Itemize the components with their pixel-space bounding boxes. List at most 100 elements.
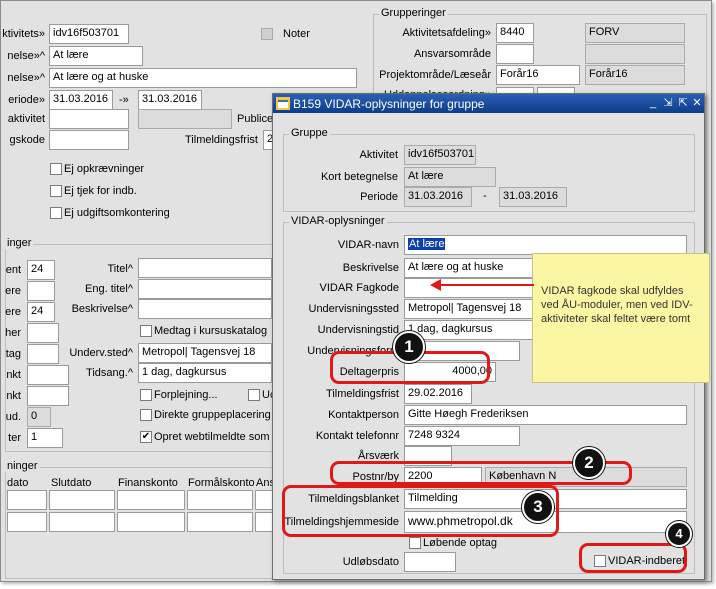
bg-field-3[interactable] [27, 323, 59, 343]
noter-checkbox[interactable] [261, 28, 273, 40]
aktivitetsafdeling-name: FORV [585, 23, 685, 43]
tidsang-label: Tidsang.^ [86, 367, 133, 379]
highlight-vidar-indberet [579, 543, 687, 573]
noter-label: Noter [283, 28, 310, 40]
bg-label-6: nkt [6, 390, 21, 402]
minimize-icon[interactable]: _ [646, 96, 660, 110]
table-cell[interactable] [117, 490, 185, 510]
bg-label-7: ud. [5, 411, 21, 423]
kontaktperson-field[interactable]: Gitte Høegh Frederiksen [404, 405, 687, 425]
callout-arrow-icon [430, 279, 534, 291]
badge-2: 2 [573, 447, 605, 479]
aktivitet2-field[interactable] [49, 109, 129, 129]
table-cell[interactable] [7, 512, 47, 532]
table-cell[interactable] [49, 490, 115, 510]
badge-1: 1 [393, 331, 425, 363]
medtag-label: Medtag i kursuskatalog [154, 325, 268, 337]
direkte-checkbox[interactable] [140, 409, 152, 421]
bg-label-5: nkt [6, 369, 21, 381]
eng-titel-field[interactable] [138, 279, 272, 299]
tilmeldingsfrist-label: Tilmeldingsfrist [326, 388, 399, 400]
tidsang-field[interactable]: 1 dag, dagkursus [138, 363, 272, 383]
udloebsdato-field[interactable] [404, 552, 456, 572]
tilmeldingsfrist-field[interactable]: 29.02.2016 [404, 384, 472, 404]
projekt-label: Projektområde/Læseår [379, 69, 491, 81]
periode-end-field[interactable]: 31.03.2016 [138, 90, 202, 110]
uc-checkbox[interactable] [248, 389, 260, 401]
ej-tjek-checkbox[interactable] [50, 185, 62, 197]
fagkode-label: gskode [9, 134, 45, 146]
beskrivelse-label: nelse»^ [7, 72, 45, 84]
table-cell[interactable] [255, 490, 273, 510]
ej-opkraevninger-label: Ej opkrævninger [64, 163, 145, 175]
betegnelse-field[interactable]: At lære [49, 46, 143, 66]
periode-arrow: -» [119, 94, 129, 106]
beskrivelse2-field[interactable] [138, 299, 272, 319]
aktivitet-field[interactable]: idv16f503701 [49, 24, 129, 44]
maximize-icon[interactable]: ⇱ [676, 96, 690, 110]
aktivitet2-label: aktivitet [7, 113, 45, 125]
gruppe-periode-start: 31.03.2016 [404, 187, 472, 207]
projekt-field[interactable]: Forår16 [496, 65, 580, 85]
table-cell[interactable] [49, 512, 115, 532]
underv-sted-label: Underv.sted^ [69, 347, 133, 359]
annotation-callout: VIDAR fagkode skal udfyldes ved ÅU-modul… [532, 253, 710, 383]
col-formaalskonto: Formålskonto [188, 477, 255, 489]
ej-udgift-checkbox[interactable] [50, 207, 62, 219]
bg-field-0[interactable]: 24 [27, 260, 55, 280]
table-cell[interactable] [255, 512, 273, 532]
app-icon [276, 97, 290, 110]
loebende-label: Løbende optag [423, 537, 498, 549]
beskrivelse-label: Beskrivelse [342, 262, 399, 274]
bg-field-6[interactable] [27, 386, 69, 406]
table-cell[interactable] [187, 490, 253, 510]
bg-field-4[interactable] [27, 344, 59, 364]
table-cell[interactable] [187, 512, 253, 532]
vidar-navn-field[interactable]: At lære [404, 235, 687, 255]
gruppe-periode-end: 31.03.2016 [499, 187, 567, 207]
close-icon[interactable]: ✕ [690, 96, 704, 110]
ej-opkraevninger-checkbox[interactable] [50, 163, 62, 175]
loebende-checkbox[interactable] [409, 537, 421, 549]
gruppe-title: Gruppe [289, 127, 330, 139]
table-cell[interactable] [7, 490, 47, 510]
bg-field-1[interactable] [27, 281, 55, 301]
eng-titel-label: Eng. titel^ [85, 283, 133, 295]
opret-label: Opret webtilmeldte som s [154, 431, 279, 443]
table-cell[interactable] [117, 512, 185, 532]
forplejning-label: Forplejning... [154, 389, 218, 401]
titel-field[interactable] [138, 258, 272, 278]
underv-sted-field[interactable]: Metropol| Tagensvej 18 [138, 343, 272, 363]
periode-start-field[interactable]: 31.03.2016 [49, 90, 113, 110]
badge-4: 4 [666, 521, 692, 547]
vidar-title: VIDAR-oplysninger [289, 215, 387, 227]
beskrivelse-field[interactable]: At lære og at huske [49, 68, 357, 88]
vidar-navn-label: VIDAR-navn [337, 239, 399, 251]
bg-label-8: ter [8, 432, 21, 444]
gruppe-aktivitet-field: idv16f503701 [404, 145, 476, 165]
forplejning-checkbox[interactable] [140, 389, 152, 401]
fagkode-field[interactable] [49, 130, 129, 150]
gruppe-section-title: inger [5, 237, 34, 249]
dialog-title: B159 VIDAR-oplysninger for gruppe [293, 97, 485, 111]
bg-field-8[interactable]: 1 [27, 428, 63, 448]
bg-field-2[interactable]: 24 [27, 302, 55, 322]
medtag-checkbox[interactable] [140, 325, 152, 337]
direkte-label: Direkte gruppeplacering ti [154, 409, 280, 421]
dialog-titlebar[interactable]: B159 VIDAR-oplysninger for gruppe _ ⇲ ⇱ … [273, 94, 704, 113]
highlight-tilmelding [282, 485, 559, 537]
aktivitetsafdeling-field[interactable]: 8440 [496, 23, 534, 43]
telefon-field[interactable]: 7248 9324 [404, 426, 520, 446]
bg-label-3: her [5, 327, 21, 339]
col-finanskonto: Finanskonto [118, 477, 178, 489]
kontaktperson-label: Kontaktperson [328, 409, 399, 421]
aktivitet-label: ktivitets» [2, 28, 45, 40]
restore-icon[interactable]: ⇲ [661, 96, 675, 110]
kort-betegnelse-field: At lære [404, 167, 496, 187]
aktivitet2-readonly [138, 109, 232, 129]
ansvarsomraade-field[interactable] [496, 44, 534, 64]
bg-label-4: tag [5, 348, 21, 360]
opret-checkbox[interactable]: ✔ [140, 431, 152, 443]
ansvarsomraade-name [585, 44, 685, 64]
bg-label-2: ere [5, 306, 21, 318]
